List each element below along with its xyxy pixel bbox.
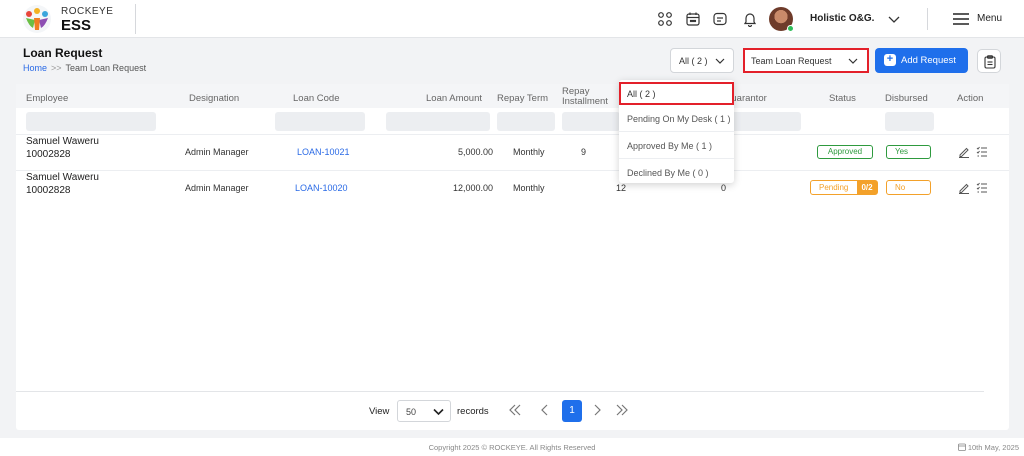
status-label: Pending: [819, 183, 849, 192]
divider: [16, 391, 984, 392]
status-filter-label: All ( 2 ): [679, 56, 708, 66]
loan-amount-cell: 5,000.00: [457, 147, 493, 157]
online-status-indicator: [787, 25, 794, 32]
loan-amount-filter-input[interactable]: [386, 112, 490, 131]
checklist-icon[interactable]: [976, 182, 988, 194]
chevron-down-icon: [433, 408, 444, 416]
previous-page-icon[interactable]: [537, 402, 553, 418]
add-request-label: Add Request: [901, 55, 956, 66]
column-header-repay-term[interactable]: Repay Term: [497, 93, 548, 104]
column-header-employee[interactable]: Employee: [26, 93, 68, 104]
row-divider: [16, 170, 1009, 171]
edit-pencil-icon[interactable]: [958, 146, 970, 158]
apps-grid-icon[interactable]: [657, 11, 673, 27]
employee-name: Samuel Waweru: [26, 136, 99, 147]
divider: [135, 4, 136, 34]
row-divider: [16, 134, 1009, 135]
footer-date: 10th May, 2025: [957, 443, 1019, 452]
team-filter-label: Team Loan Request: [751, 56, 832, 66]
breadcrumb-home-link[interactable]: Home: [23, 63, 47, 73]
status-filter-menu: All ( 2 ) Pending On My Desk ( 1 ) Appro…: [619, 80, 734, 183]
guarantor-filter-input[interactable]: [724, 112, 801, 131]
repay-installment-filter-input[interactable]: [562, 112, 620, 131]
bell-notification-icon[interactable]: [742, 11, 758, 27]
rockeye-logo-icon[interactable]: [20, 4, 54, 34]
menu-item-pending-on-my-desk[interactable]: Pending On My Desk ( 1 ): [619, 105, 734, 132]
employee-cell: Samuel Waweru 10002828: [26, 171, 99, 197]
repay-installment-cell: 9: [581, 147, 587, 157]
loan-amount-cell: 12,000.00: [452, 183, 493, 193]
loan-code-link[interactable]: LOAN-10020: [295, 183, 348, 193]
page-size-select[interactable]: 50: [397, 400, 451, 422]
edit-pencil-icon[interactable]: [958, 182, 970, 194]
breadcrumb-separator: >>: [51, 63, 62, 73]
column-header-status[interactable]: Status: [829, 93, 856, 104]
copyright-text: Copyright 2025 © ROCKEYE. All Rights Res…: [428, 443, 596, 452]
designation-cell: Admin Manager: [185, 147, 249, 157]
column-header-designation[interactable]: Designation: [189, 93, 239, 104]
disbursed-badge: No: [886, 180, 931, 195]
hamburger-menu-icon[interactable]: [953, 13, 969, 25]
column-header-repay-line2: Installment: [562, 96, 608, 107]
menu-button[interactable]: Menu: [977, 13, 1002, 24]
column-header-action: Action: [957, 93, 984, 104]
page-size-value: 50: [406, 407, 417, 417]
column-header-loan-code[interactable]: Loan Code: [293, 93, 339, 104]
calendar-icon[interactable]: [685, 11, 701, 27]
organization-name[interactable]: Holistic O&G.: [810, 13, 874, 24]
column-header-loan-amount[interactable]: Loan Amount: [426, 93, 482, 104]
column-header-repay-installment[interactable]: Repay Installment: [562, 87, 608, 107]
current-date: 10th May, 2025: [967, 443, 1019, 452]
table-header: Employee Designation Loan Code Loan Amou…: [16, 84, 1009, 108]
chat-message-icon[interactable]: [712, 11, 728, 27]
status-badge: Pending 0/2: [810, 180, 878, 195]
employee-name: Samuel Waweru: [26, 172, 99, 183]
top-bar: ROCKEYE ESS Holistic O&G. Menu: [0, 0, 1024, 38]
team-loan-request-dropdown[interactable]: Team Loan Request: [743, 48, 869, 73]
chevron-down-icon: [715, 58, 725, 64]
divider: [927, 8, 928, 30]
status-filter-dropdown[interactable]: All ( 2 ): [670, 48, 734, 73]
disbursed-badge: Yes: [886, 145, 931, 159]
page-title: Loan Request: [23, 46, 103, 60]
breadcrumb: Home >> Team Loan Request: [23, 63, 146, 73]
calendar-icon: [957, 443, 966, 451]
last-page-icon[interactable]: [614, 402, 630, 418]
column-header-disbursed[interactable]: Disbursed: [885, 93, 928, 104]
checklist-icon[interactable]: [976, 146, 988, 158]
repay-term-cell: Monthly: [513, 147, 545, 157]
menu-item-all[interactable]: All ( 2 ): [619, 82, 734, 105]
loan-code-link[interactable]: LOAN-10021: [297, 147, 350, 157]
loan-request-table: Employee Designation Loan Code Loan Amou…: [16, 84, 1009, 430]
brand-top-text: ROCKEYE: [61, 6, 114, 17]
employee-id: 10002828: [26, 185, 71, 196]
approval-count-badge: 0/2: [857, 181, 877, 194]
menu-item-declined-by-me[interactable]: Declined By Me ( 0 ): [619, 159, 734, 186]
chevron-down-icon[interactable]: [887, 13, 901, 25]
clipboard-button[interactable]: [977, 49, 1001, 73]
disbursed-filter-input[interactable]: [885, 112, 934, 131]
records-label: records: [457, 406, 489, 417]
employee-filter-input[interactable]: [26, 112, 156, 131]
view-label: View: [369, 406, 390, 417]
page-number-current[interactable]: 1: [562, 400, 582, 422]
plus-icon: +: [884, 54, 896, 66]
status-badge: Approved: [817, 145, 873, 159]
brand-name: ESS: [61, 17, 92, 34]
add-request-button[interactable]: + Add Request: [875, 48, 968, 73]
employee-cell: Samuel Waweru 10002828: [26, 135, 99, 161]
menu-item-approved-by-me[interactable]: Approved By Me ( 1 ): [619, 132, 734, 159]
repay-term-cell: Monthly: [513, 183, 545, 193]
repay-term-filter-input[interactable]: [497, 112, 555, 131]
employee-id: 10002828: [26, 149, 71, 160]
clipboard-icon: [984, 55, 996, 69]
next-page-icon[interactable]: [589, 402, 605, 418]
first-page-icon[interactable]: [507, 402, 523, 418]
breadcrumb-current: Team Loan Request: [65, 63, 147, 73]
loan-code-filter-input[interactable]: [275, 112, 365, 131]
designation-cell: Admin Manager: [185, 183, 249, 193]
chevron-down-icon: [848, 58, 858, 64]
